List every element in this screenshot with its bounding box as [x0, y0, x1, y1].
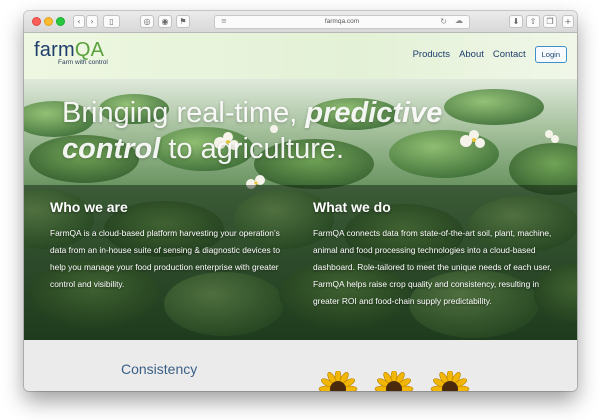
- what-we-do-title: What we do: [313, 199, 391, 215]
- close-window-button[interactable]: [32, 17, 41, 26]
- share-icon[interactable]: ⇧: [526, 15, 540, 28]
- headline-suffix: to agriculture.: [160, 133, 345, 165]
- who-we-are-text: FarmQA is a cloud-based platform harvest…: [50, 228, 280, 289]
- logo-farm: farm: [34, 39, 75, 61]
- tabs-icon[interactable]: ❐: [543, 15, 557, 28]
- flag-icon[interactable]: ⚑: [176, 15, 190, 28]
- nav-contact[interactable]: Contact: [493, 49, 526, 60]
- browser-window: ‹ › ▯ ◎ ◉ ⚑ ≡ farmqa.com ↻ ☁ ⬇ ⇧ ❐ + far…: [24, 11, 577, 391]
- sunflower-icon: [318, 371, 358, 391]
- logo-wordmark: farmQA: [34, 39, 108, 61]
- what-we-do-column: What we do FarmQA connects data from sta…: [313, 199, 565, 310]
- logo-tagline: Farm with control: [58, 59, 108, 66]
- nav-about[interactable]: About: [459, 49, 484, 60]
- address-bar[interactable]: ≡ farmqa.com ↻ ☁: [214, 15, 470, 29]
- sunflower-icon: [374, 371, 414, 391]
- login-button[interactable]: Login: [534, 46, 567, 63]
- consistency-section: Consistency: [24, 340, 577, 391]
- hero-section: Bringing real-time, predictive control t…: [24, 79, 577, 340]
- cloud-icon[interactable]: ☁: [455, 16, 463, 25]
- address-url: farmqa.com: [324, 18, 360, 25]
- sidebar-icon[interactable]: ▯: [103, 15, 120, 28]
- hero-headline: Bringing real-time, predictive control t…: [62, 95, 542, 167]
- minimize-window-button[interactable]: [44, 17, 53, 26]
- back-icon[interactable]: ‹: [73, 15, 85, 28]
- nav-products[interactable]: Products: [413, 49, 451, 60]
- download-icon[interactable]: ⬇: [509, 15, 523, 28]
- sunflower-images: [318, 371, 470, 391]
- sunflower-icon: [430, 371, 470, 391]
- browser-toolbar: ‹ › ▯ ◎ ◉ ⚑ ≡ farmqa.com ↻ ☁ ⬇ ⇧ ❐ +: [24, 11, 577, 33]
- privacy-icon[interactable]: ◎: [140, 15, 154, 28]
- headline-prefix: Bringing real-time,: [62, 97, 306, 129]
- logo-qa: QA: [74, 39, 105, 61]
- consistency-title: Consistency: [121, 361, 198, 377]
- forward-icon[interactable]: ›: [86, 15, 98, 28]
- site-header: farmQA Farm with control Products About …: [24, 33, 577, 79]
- zoom-window-button[interactable]: [56, 17, 65, 26]
- extension-icon[interactable]: ◉: [158, 15, 172, 28]
- new-tab-icon[interactable]: +: [562, 15, 574, 28]
- who-we-are-title: Who we are: [50, 199, 128, 215]
- who-we-are-column: Who we are FarmQA is a cloud-based platf…: [50, 199, 282, 293]
- main-nav: Products About Contact Login: [413, 46, 567, 63]
- farmqa-logo[interactable]: farmQA Farm with control: [34, 39, 108, 66]
- what-we-do-text: FarmQA connects data from state-of-the-a…: [313, 228, 552, 306]
- reload-icon[interactable]: ↻: [440, 17, 447, 26]
